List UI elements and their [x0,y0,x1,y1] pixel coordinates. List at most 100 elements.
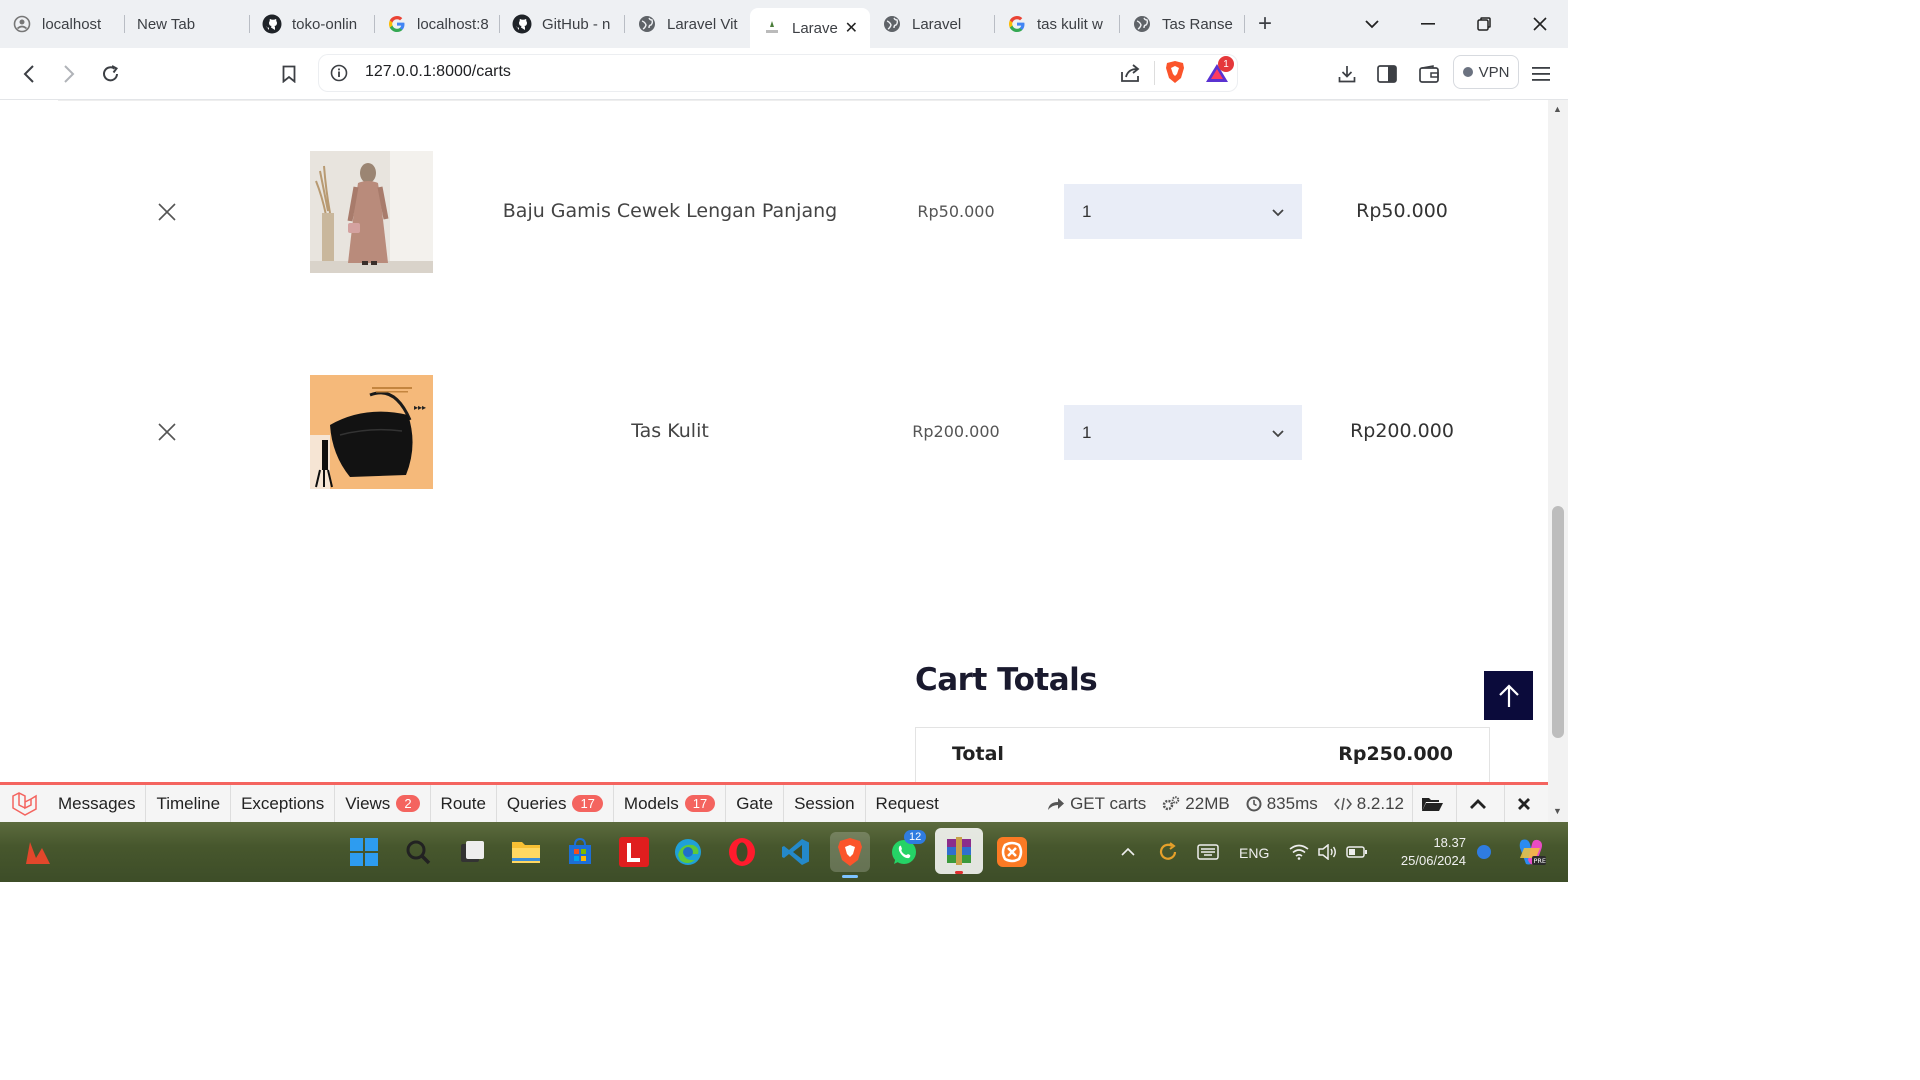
folder-open-icon[interactable] [1412,785,1456,822]
brave-browser-icon[interactable] [830,832,870,878]
keyboard-icon[interactable] [1190,832,1226,872]
debugbar-tab-queries[interactable]: Queries 17 [497,785,614,822]
file-explorer-icon[interactable] [506,832,546,872]
wallet-icon[interactable] [1413,58,1445,90]
browser-toolbar: 127.0.0.1:8000/carts 1 VPN [0,48,1568,100]
debugbar-tab-exceptions[interactable]: Exceptions [231,785,336,822]
tab-new-tab[interactable]: New Tab [125,5,250,43]
debugbar-tab-label: Messages [58,793,136,813]
product-name[interactable]: Baju Gamis Cewek Lengan Panjang [470,200,870,222]
debugbar-tab-views[interactable]: Views 2 [335,785,431,822]
widgets-icon[interactable] [18,832,58,872]
tab-google-localhost[interactable]: localhost:8 [375,5,500,43]
language-indicator[interactable]: ENG [1239,845,1269,861]
product-subtotal: Rp200.000 [1350,420,1454,442]
close-debugbar-icon[interactable] [1504,785,1548,822]
laravel-logo-icon[interactable] [0,785,48,822]
browser-tab-strip: localhost New Tab toko-onlin localhost:8… [0,0,1568,48]
back-to-top-button[interactable] [1484,671,1533,720]
debugbar-tab-session[interactable]: Session [784,785,866,822]
close-window-icon[interactable] [1512,0,1568,48]
back-icon[interactable] [13,58,45,90]
tab-laravel[interactable]: Laravel [870,5,995,43]
debugbar-route-info[interactable]: GET carts [1039,785,1154,822]
debugbar-tab-gate[interactable]: Gate [726,785,785,822]
sync-icon[interactable] [1150,832,1186,872]
debugbar-tab-messages[interactable]: Messages [48,785,147,822]
remove-item-icon[interactable] [155,420,179,444]
whatsapp-badge: 12 [904,830,927,844]
globe-icon [1132,14,1152,34]
tab-label: Tas Ransel [1162,15,1233,33]
start-icon[interactable] [344,832,384,872]
opera-icon[interactable] [722,832,762,872]
vpn-button[interactable]: VPN [1453,55,1519,89]
debugbar-tab-route[interactable]: Route [431,785,497,822]
microsoft-store-icon[interactable] [560,832,600,872]
page-scrollbar[interactable]: ▲ ▼ [1548,100,1568,822]
product-image-dress[interactable] [310,151,433,273]
tab-localhost[interactable]: localhost [0,5,125,43]
sidebar-icon[interactable] [1371,58,1403,90]
tab-laravel-active[interactable]: Larave ✕ [750,8,870,48]
cart-totals-title: Cart Totals [915,662,1098,698]
product-image-handbag[interactable]: ▸▸▸ [310,375,433,489]
product-name[interactable]: Tas Kulit [470,420,870,442]
l-app-icon[interactable] [614,832,654,872]
forward-icon[interactable] [53,58,85,90]
show-hidden-icons-icon[interactable] [1110,832,1146,872]
scroll-down-icon[interactable]: ▼ [1553,806,1562,816]
brave-shields-icon[interactable] [1164,60,1186,89]
quantity-select[interactable]: 1 [1064,184,1302,239]
minimize-icon[interactable] [1400,0,1456,48]
copilot-icon[interactable]: PRE [1510,832,1550,872]
restore-icon[interactable] [1456,0,1512,48]
notification-dot-icon[interactable] [1466,832,1502,872]
tab-label: Larave [792,19,838,37]
debugbar-time[interactable]: 835ms [1238,785,1326,822]
debugbar-memory[interactable]: 22MB [1154,785,1237,822]
tab-laravel-vite[interactable]: Laravel Vit [625,5,750,43]
debugbar-tab-label: Route [440,793,486,813]
xampp-icon[interactable] [992,832,1032,872]
tab-github-toko[interactable]: toko-onlin [250,5,375,43]
clock-icon [1246,796,1262,811]
tab-tas-ransel[interactable]: Tas Ransel [1120,5,1245,43]
share-icon[interactable] [1120,62,1142,89]
bookmark-icon[interactable] [273,58,305,90]
windows-taskbar: 12 ENG 18.37 25/06/2024 PRE [0,822,1568,882]
reload-icon[interactable] [95,58,127,90]
debugbar-tab-models[interactable]: Models 17 [614,785,727,822]
maximize-debugbar-icon[interactable] [1456,785,1504,822]
scroll-up-icon[interactable]: ▲ [1553,104,1562,114]
system-clock[interactable]: 18.37 25/06/2024 [1360,834,1466,870]
clock-time: 18.37 [1433,835,1466,850]
winrar-icon[interactable] [935,828,983,874]
menu-icon[interactable] [1525,58,1557,90]
tab-google-tas-kulit[interactable]: tas kulit w [995,5,1120,43]
scrollbar-thumb[interactable] [1552,506,1564,738]
debugbar-tab-label: Session [794,793,855,813]
tab-github[interactable]: GitHub - n [500,5,625,43]
tab-search-icon[interactable] [1344,0,1400,48]
site-info-icon[interactable] [330,64,348,87]
debugbar-tab-timeline[interactable]: Timeline [146,785,232,822]
vpn-label: VPN [1478,63,1510,81]
close-tab-icon[interactable]: ✕ [845,18,858,38]
edge-icon[interactable] [668,832,708,872]
volume-icon[interactable] [1310,832,1344,872]
code-icon [1333,797,1352,810]
debugbar-php-version[interactable]: 8.2.12 [1326,785,1412,822]
debugbar-tab-label: Request [875,793,939,813]
task-view-icon[interactable] [452,832,492,872]
quantity-select[interactable]: 1 [1064,405,1302,460]
new-tab-button[interactable]: + [1245,4,1285,44]
quantity-value: 1 [1082,201,1092,221]
address-bar[interactable]: 127.0.0.1:8000/carts 1 [318,54,1238,92]
downloads-icon[interactable] [1331,58,1363,90]
debugbar-tab-request[interactable]: Request [866,785,949,822]
whatsapp-icon[interactable]: 12 [884,830,927,872]
remove-item-icon[interactable] [155,200,179,224]
vscode-icon[interactable] [776,832,816,872]
search-icon[interactable] [398,832,438,872]
